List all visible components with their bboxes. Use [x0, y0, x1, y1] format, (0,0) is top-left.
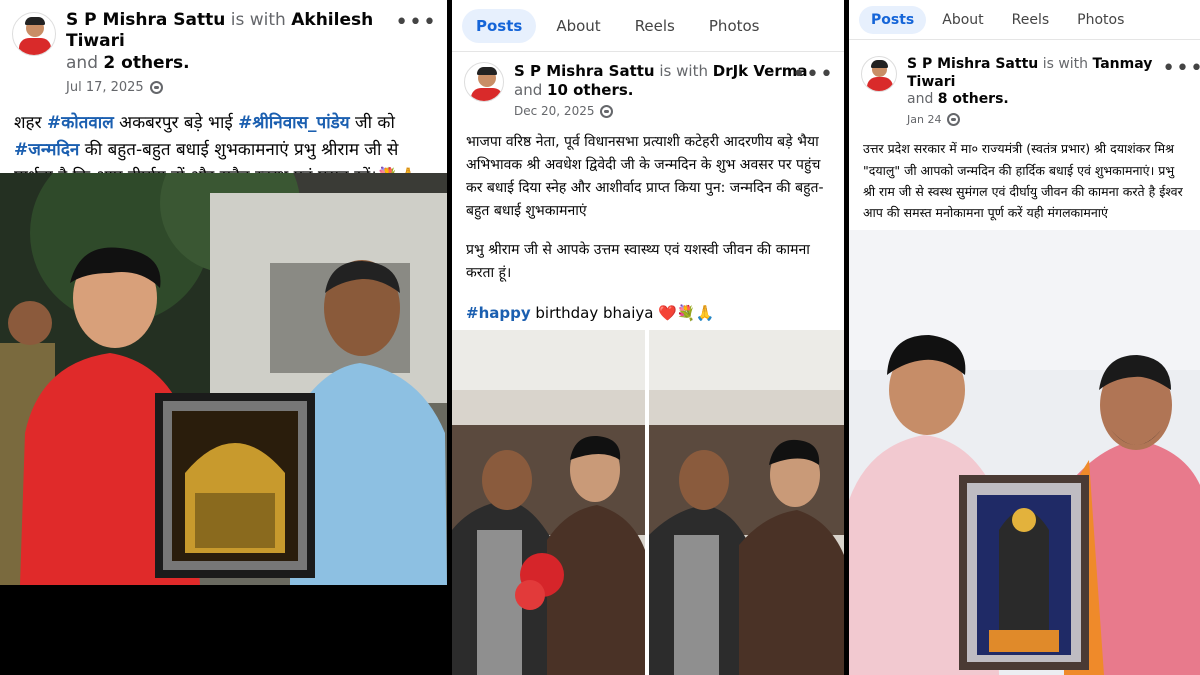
photo-scene: [849, 230, 1200, 675]
post-paragraph: भाजपा वरिष्ठ नेता, पूर्व विधानसभा प्रत्य…: [466, 133, 824, 219]
and-text: and: [514, 80, 543, 99]
post-date[interactable]: Dec 20, 2025: [514, 104, 594, 119]
profile-tabs: Posts About Reels Photos: [849, 0, 1200, 40]
author-name[interactable]: S P Mishra Sattu: [907, 56, 1038, 72]
post-photo[interactable]: [849, 230, 1200, 675]
post-date[interactable]: Jul 17, 2025: [66, 80, 144, 96]
post-text-part: जी को: [349, 113, 395, 133]
post-panel-2: Posts About Reels Photos S P Mishra Satt…: [452, 0, 844, 675]
avatar[interactable]: [12, 12, 56, 56]
post-author-line: S P Mishra Sattu is with Akhilesh Tiwari: [66, 10, 435, 53]
post-text-part: अकबरपुर बड़े भाई: [113, 113, 239, 133]
tab-about[interactable]: About: [542, 9, 614, 43]
profile-tabs: Posts About Reels Photos: [452, 0, 844, 52]
photo-scene: [0, 173, 447, 585]
post-paragraph: प्रभु श्रीराम जी से आपके उत्तम स्वास्थ्य…: [466, 241, 810, 281]
and-text: and: [66, 52, 98, 73]
globe-icon: [149, 81, 163, 95]
hashtag-link[interactable]: #श्रीनिवास_पांडेय: [238, 113, 349, 133]
post-header: S P Mishra Sattu is with Tanmay Tiwari a…: [849, 40, 1200, 130]
post-text-part: birthday bhaiya ❤️💐🙏: [530, 304, 715, 323]
photo-scene: [452, 330, 645, 675]
and-text: and: [907, 91, 934, 107]
hashtag-link[interactable]: #happy: [466, 304, 531, 322]
more-options-icon[interactable]: •••: [395, 10, 437, 35]
others-link[interactable]: 2 others.: [103, 53, 189, 73]
tab-photos[interactable]: Photos: [695, 9, 774, 43]
hashtag-link[interactable]: #कोतवाल: [47, 113, 114, 133]
post-photo-left[interactable]: [452, 330, 645, 675]
screenshot-collage: S P Mishra Sattu is with Akhilesh Tiwari…: [0, 0, 1200, 675]
more-options-icon[interactable]: •••: [1162, 56, 1200, 81]
with-text: is with: [1042, 56, 1089, 72]
tab-posts[interactable]: Posts: [859, 5, 927, 34]
tab-photos[interactable]: Photos: [1065, 6, 1136, 34]
avatar[interactable]: [861, 56, 897, 92]
hashtag-link[interactable]: #जन्मदिन: [14, 140, 79, 160]
tab-reels[interactable]: Reels: [621, 9, 689, 43]
author-name[interactable]: S P Mishra Sattu: [514, 62, 655, 80]
post-text: भाजपा वरिष्ठ नेता, पूर्व विधानसभा प्रत्य…: [452, 123, 844, 348]
more-options-icon[interactable]: •••: [792, 62, 834, 87]
post-photo[interactable]: [0, 173, 447, 585]
post-text-part: शहर: [14, 113, 47, 133]
photo-scene: [649, 330, 844, 675]
post-panel-1: S P Mishra Sattu is with Akhilesh Tiwari…: [0, 0, 447, 585]
globe-icon: [600, 104, 614, 118]
globe-icon: [947, 112, 961, 126]
post-photo-right[interactable]: [649, 330, 844, 675]
post-text: उत्तर प्रदेश सरकार में मा० राज्यमंत्री (…: [863, 141, 1183, 220]
avatar[interactable]: [464, 62, 504, 102]
post-header: S P Mishra Sattu is with DrJk Verma and …: [452, 52, 844, 123]
author-name[interactable]: S P Mishra Sattu: [66, 10, 225, 30]
others-link[interactable]: 8 others.: [938, 91, 1009, 107]
post-header: S P Mishra Sattu is with Akhilesh Tiwari…: [0, 0, 447, 100]
tab-posts[interactable]: Posts: [462, 8, 537, 43]
post-panel-3: Posts About Reels Photos S P Mishra Satt…: [849, 0, 1200, 675]
others-link[interactable]: 10 others.: [547, 81, 633, 99]
with-text: is with: [230, 10, 286, 30]
with-text: is with: [659, 62, 708, 80]
post-date[interactable]: Jan 24: [907, 113, 941, 127]
tab-reels[interactable]: Reels: [1000, 6, 1062, 34]
tab-about[interactable]: About: [930, 6, 995, 34]
